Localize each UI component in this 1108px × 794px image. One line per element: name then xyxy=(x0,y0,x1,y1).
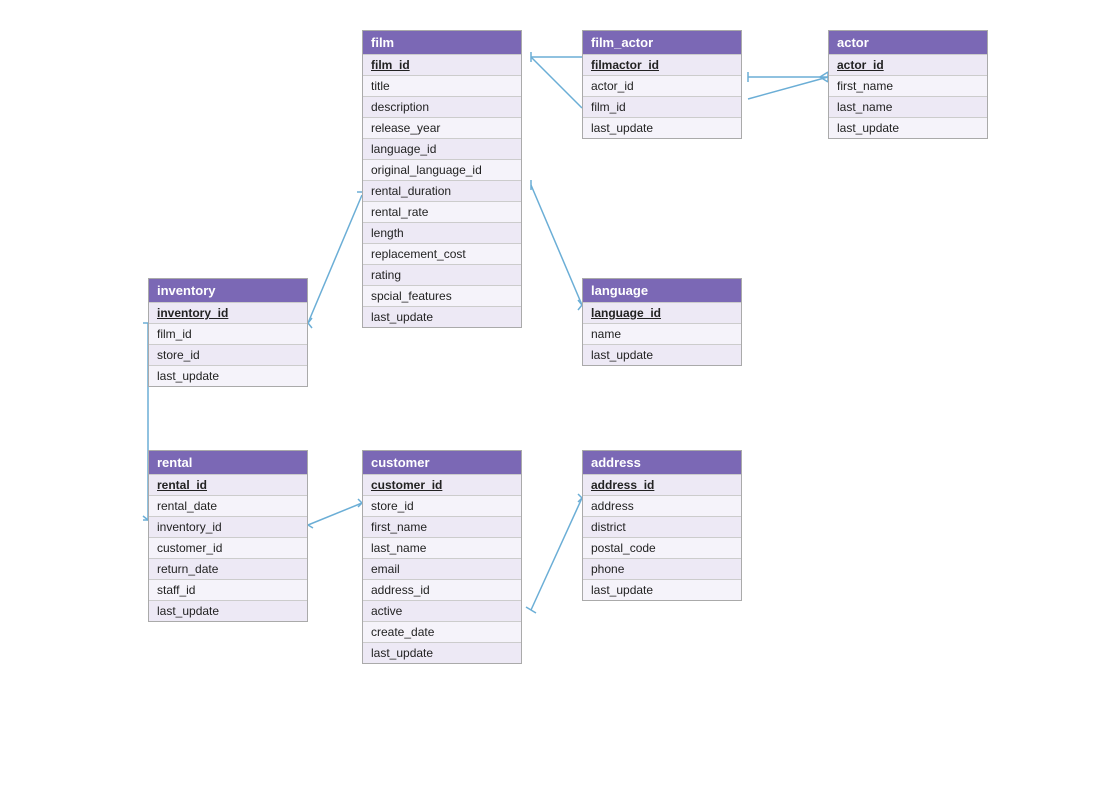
table-actor: actoractor_idfirst_namelast_namelast_upd… xyxy=(828,30,988,139)
diagram-container: filmfilm_idtitledescriptionrelease_yearl… xyxy=(0,0,1108,794)
field-film_actor-filmactor_id: filmactor_id xyxy=(583,54,741,75)
field-actor-actor_id: actor_id xyxy=(829,54,987,75)
table-customer: customercustomer_idstore_idfirst_namelas… xyxy=(362,450,522,664)
field-language-last_update: last_update xyxy=(583,344,741,365)
field-customer-active: active xyxy=(363,600,521,621)
field-rental-rental_date: rental_date xyxy=(149,495,307,516)
field-film-rating: rating xyxy=(363,264,521,285)
table-header-customer: customer xyxy=(363,451,521,474)
field-address-postal_code: postal_code xyxy=(583,537,741,558)
field-film_actor-last_update: last_update xyxy=(583,117,741,138)
field-inventory-inventory_id: inventory_id xyxy=(149,302,307,323)
table-film_actor: film_actorfilmactor_idactor_idfilm_idlas… xyxy=(582,30,742,139)
field-actor-first_name: first_name xyxy=(829,75,987,96)
field-inventory-store_id: store_id xyxy=(149,344,307,365)
field-language-name: name xyxy=(583,323,741,344)
field-film-original_language_id: original_language_id xyxy=(363,159,521,180)
table-address: addressaddress_idaddressdistrictpostal_c… xyxy=(582,450,742,601)
field-film-description: description xyxy=(363,96,521,117)
table-header-language: language xyxy=(583,279,741,302)
table-header-film_actor: film_actor xyxy=(583,31,741,54)
field-film-spcial_features: spcial_features xyxy=(363,285,521,306)
field-film-film_id: film_id xyxy=(363,54,521,75)
table-header-film: film xyxy=(363,31,521,54)
field-customer-last_update: last_update xyxy=(363,642,521,663)
field-address-last_update: last_update xyxy=(583,579,741,600)
field-address-address: address xyxy=(583,495,741,516)
field-actor-last_name: last_name xyxy=(829,96,987,117)
field-rental-inventory_id: inventory_id xyxy=(149,516,307,537)
field-film-title: title xyxy=(363,75,521,96)
field-film_actor-actor_id: actor_id xyxy=(583,75,741,96)
field-actor-last_update: last_update xyxy=(829,117,987,138)
table-header-inventory: inventory xyxy=(149,279,307,302)
field-customer-email: email xyxy=(363,558,521,579)
field-film-rental_rate: rental_rate xyxy=(363,201,521,222)
field-customer-customer_id: customer_id xyxy=(363,474,521,495)
table-inventory: inventoryinventory_idfilm_idstore_idlast… xyxy=(148,278,308,387)
field-rental-rental_id: rental_id xyxy=(149,474,307,495)
field-film-length: length xyxy=(363,222,521,243)
field-film_actor-film_id: film_id xyxy=(583,96,741,117)
table-header-address: address xyxy=(583,451,741,474)
table-header-rental: rental xyxy=(149,451,307,474)
field-customer-first_name: first_name xyxy=(363,516,521,537)
table-language: languagelanguage_idnamelast_update xyxy=(582,278,742,366)
field-film-release_year: release_year xyxy=(363,117,521,138)
field-film-rental_duration: rental_duration xyxy=(363,180,521,201)
field-inventory-film_id: film_id xyxy=(149,323,307,344)
table-header-actor: actor xyxy=(829,31,987,54)
field-customer-create_date: create_date xyxy=(363,621,521,642)
field-language-language_id: language_id xyxy=(583,302,741,323)
field-customer-last_name: last_name xyxy=(363,537,521,558)
field-film-last_update: last_update xyxy=(363,306,521,327)
field-rental-staff_id: staff_id xyxy=(149,579,307,600)
field-film-language_id: language_id xyxy=(363,138,521,159)
field-rental-last_update: last_update xyxy=(149,600,307,621)
field-address-phone: phone xyxy=(583,558,741,579)
field-customer-store_id: store_id xyxy=(363,495,521,516)
field-address-address_id: address_id xyxy=(583,474,741,495)
field-inventory-last_update: last_update xyxy=(149,365,307,386)
field-rental-customer_id: customer_id xyxy=(149,537,307,558)
field-film-replacement_cost: replacement_cost xyxy=(363,243,521,264)
table-film: filmfilm_idtitledescriptionrelease_yearl… xyxy=(362,30,522,328)
field-rental-return_date: return_date xyxy=(149,558,307,579)
field-customer-address_id: address_id xyxy=(363,579,521,600)
field-address-district: district xyxy=(583,516,741,537)
table-rental: rentalrental_idrental_dateinventory_idcu… xyxy=(148,450,308,622)
